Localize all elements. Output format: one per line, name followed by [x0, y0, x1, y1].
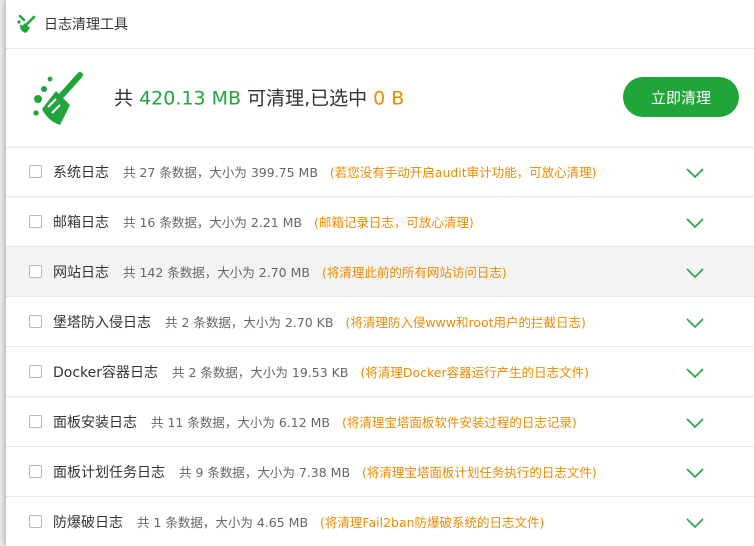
- log-count: 共 142 条数据，大小为 2.70 MB: [123, 265, 310, 280]
- log-note: (邮箱记录日志，可放心清理): [314, 215, 474, 230]
- log-name: 面板安装日志: [53, 414, 137, 431]
- log-count: 共 11 条数据，大小为 6.12 MB: [151, 415, 330, 430]
- log-checkbox[interactable]: [29, 165, 42, 178]
- chevron-down-icon[interactable]: [684, 511, 706, 533]
- chevron-down-icon[interactable]: [684, 211, 706, 233]
- total-size: 420.13 MB: [139, 87, 242, 110]
- log-name: 堡塔防入侵日志: [53, 314, 151, 331]
- log-name: Docker容器日志: [53, 364, 159, 381]
- summary-text: 共 420.13 MB 可清理,已选中 0 B: [114, 84, 404, 111]
- log-note: (将清理此前的所有网站访问日志): [321, 265, 507, 280]
- log-row-website[interactable]: 网站日志 共 142 条数据，大小为 2.70 MB (将清理此前的所有网站访问…: [6, 247, 754, 297]
- log-checkbox[interactable]: [29, 515, 42, 528]
- clean-now-button[interactable]: 立即清理: [623, 77, 739, 117]
- chevron-down-icon[interactable]: [684, 461, 706, 483]
- log-count: 共 2 条数据，大小为 2.70 KB: [165, 315, 334, 330]
- log-name: 网站日志: [53, 264, 109, 281]
- log-row-fail2ban[interactable]: 防爆破日志 共 1 条数据，大小为 4.65 MB (将清理Fail2ban防爆…: [6, 497, 754, 546]
- log-note: (将清理Docker容器运行产生的日志文件): [360, 365, 589, 380]
- log-count: 共 9 条数据，大小为 7.38 MB: [179, 465, 351, 480]
- log-name: 防爆破日志: [53, 514, 123, 531]
- log-name: 邮箱日志: [53, 214, 109, 231]
- summary-panel: 共 420.13 MB 可清理,已选中 0 B 立即清理: [6, 49, 754, 148]
- log-row-docker[interactable]: Docker容器日志 共 2 条数据，大小为 19.53 KB (将清理Dock…: [6, 347, 754, 397]
- log-count: 共 1 条数据，大小为 4.65 MB: [137, 515, 309, 530]
- summary-middle: 可清理,已选中: [247, 87, 368, 110]
- log-count: 共 27 条数据，大小为 399.75 MB: [123, 165, 318, 180]
- log-checkbox[interactable]: [29, 315, 42, 328]
- dialog-title: 日志清理工具: [44, 17, 128, 33]
- log-note: (将清理Fail2ban防爆破系统的日志文件): [320, 515, 545, 530]
- selected-size: 0 B: [373, 87, 405, 110]
- broom-logo-icon: [16, 13, 38, 35]
- log-checkbox[interactable]: [29, 465, 42, 478]
- log-row-system[interactable]: 系统日志 共 27 条数据，大小为 399.75 MB (若您没有手动开启aud…: [6, 147, 754, 197]
- dialog-titlebar: 日志清理工具: [6, 0, 754, 49]
- chevron-down-icon[interactable]: [684, 161, 706, 183]
- chevron-down-icon[interactable]: [684, 361, 706, 383]
- log-list: 系统日志 共 27 条数据，大小为 399.75 MB (若您没有手动开启aud…: [6, 147, 754, 546]
- log-note: (将清理宝塔面板软件安装过程的日志记录): [342, 415, 577, 430]
- log-count: 共 2 条数据，大小为 19.53 KB: [172, 365, 349, 380]
- log-checkbox[interactable]: [29, 365, 42, 378]
- log-checkbox[interactable]: [29, 415, 42, 428]
- log-checkbox[interactable]: [29, 215, 42, 228]
- log-cleaner-dialog: 日志清理工具 共 420.13 MB 可清理,已选中 0 B 立即清理 系统日志: [6, 0, 754, 546]
- log-row-panel-install[interactable]: 面板安装日志 共 11 条数据，大小为 6.12 MB (将清理宝塔面板软件安装…: [6, 397, 754, 447]
- log-note: (将清理防入侵www和root用户的拦截日志): [345, 315, 586, 330]
- log-row-intrusion[interactable]: 堡塔防入侵日志 共 2 条数据，大小为 2.70 KB (将清理防入侵www和r…: [6, 297, 754, 347]
- log-count: 共 16 条数据，大小为 2.21 MB: [123, 215, 302, 230]
- log-note: (将清理宝塔面板计划任务执行的日志文件): [362, 465, 597, 480]
- log-checkbox[interactable]: [29, 265, 42, 278]
- log-row-cron[interactable]: 面板计划任务日志 共 9 条数据，大小为 7.38 MB (将清理宝塔面板计划任…: [6, 447, 754, 497]
- log-name: 面板计划任务日志: [53, 464, 165, 481]
- broom-icon: [30, 69, 90, 129]
- chevron-down-icon[interactable]: [684, 411, 706, 433]
- chevron-down-icon[interactable]: [684, 311, 706, 333]
- summary-prefix: 共: [114, 87, 134, 110]
- log-row-mail[interactable]: 邮箱日志 共 16 条数据，大小为 2.21 MB (邮箱记录日志，可放心清理): [6, 197, 754, 247]
- chevron-down-icon[interactable]: [684, 261, 706, 283]
- log-note: (若您没有手动开启audit审计功能，可放心清理): [329, 165, 597, 180]
- log-name: 系统日志: [53, 164, 109, 181]
